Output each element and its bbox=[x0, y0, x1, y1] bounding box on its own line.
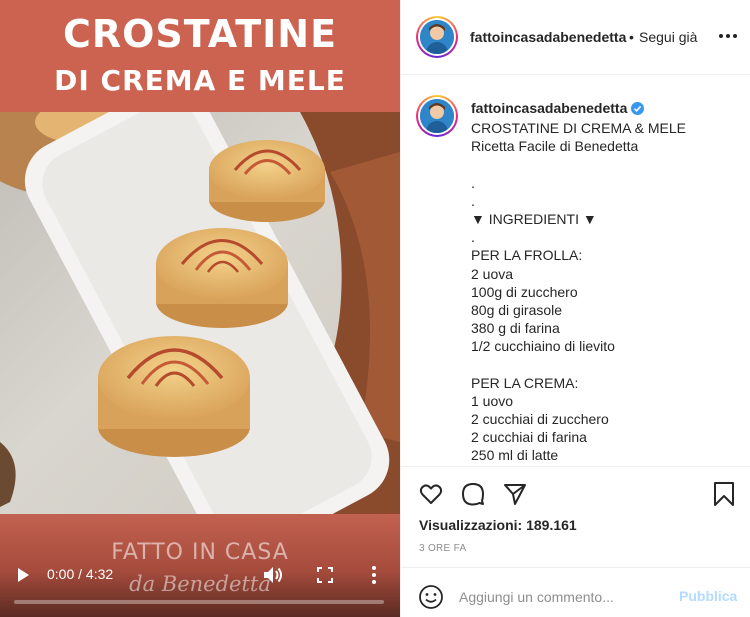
caption-line: PER LA FROLLA: bbox=[471, 247, 583, 264]
caption-line: 2 cucchiai di farina bbox=[471, 429, 587, 446]
heart-icon[interactable] bbox=[418, 481, 444, 507]
views-number: 189.161 bbox=[526, 517, 577, 533]
caption-avatar[interactable] bbox=[416, 95, 458, 137]
fullscreen-icon[interactable] bbox=[316, 566, 334, 584]
verified-badge-icon bbox=[631, 102, 644, 115]
avatar[interactable] bbox=[416, 16, 458, 58]
comment-input[interactable] bbox=[459, 580, 669, 614]
post-header: fattoincasadabenedetta • Segui già bbox=[401, 0, 750, 75]
post-comment-button[interactable]: Pubblica bbox=[679, 588, 737, 604]
post-actions: Visualizzazioni: 189.161 3 ORE FA bbox=[401, 467, 750, 567]
caption-line: CROSTATINE DI CREMA & MELE bbox=[471, 120, 686, 136]
caption-line: PER LA CREMA: bbox=[471, 374, 579, 391]
video-time: 0:00 / 4:32 bbox=[47, 566, 113, 582]
caption-line: 250 ml di latte bbox=[471, 447, 559, 464]
video-progress-bar[interactable] bbox=[14, 600, 384, 604]
share-icon[interactable] bbox=[502, 481, 528, 507]
caption-line bbox=[471, 355, 741, 373]
volume-icon[interactable] bbox=[262, 564, 286, 586]
caption-line: 80g di girasole bbox=[471, 301, 563, 318]
caption-line bbox=[471, 155, 741, 173]
header-username[interactable]: fattoincasadabenedetta bbox=[470, 29, 630, 45]
views-label: Visualizzazioni: bbox=[419, 517, 523, 533]
post-caption: fattoincasadabenedetta CROSTATINE DI CRE… bbox=[401, 75, 750, 467]
more-horizontal-icon[interactable] bbox=[716, 26, 740, 46]
caption-line: ▼ INGREDIENTI ▼ bbox=[471, 210, 597, 227]
emoji-icon[interactable] bbox=[418, 584, 444, 610]
caption-line: 100g di zucchero bbox=[471, 283, 578, 300]
caption-line: 2 uova bbox=[471, 265, 514, 282]
comment-icon[interactable] bbox=[460, 481, 486, 507]
video-title-band: CROSTATINE DI CREMA E MELE bbox=[0, 0, 400, 112]
caption-text: CROSTATINE DI CREMA & MELE Ricetta Facile… bbox=[471, 119, 741, 465]
caption-line: Ricetta Facile di Benedetta bbox=[471, 138, 639, 155]
duration: 4:32 bbox=[85, 566, 114, 582]
post-panel: fattoincasadabenedetta • Segui già fatto… bbox=[400, 0, 750, 617]
caption-line: 1/2 cucchiaino di lievito bbox=[471, 338, 615, 355]
video-controls: 0:00 / 4:32 bbox=[0, 560, 400, 617]
caption-line: . bbox=[471, 174, 475, 191]
video-title-line1: CROSTATINE bbox=[62, 12, 338, 56]
play-icon[interactable] bbox=[14, 566, 32, 584]
caption-line: 380 g di farina bbox=[471, 320, 560, 337]
video-title-line2: DI CREMA E MELE bbox=[54, 64, 346, 97]
caption-line: 1 uovo bbox=[471, 392, 514, 409]
follow-status-button[interactable]: Segui già bbox=[639, 29, 697, 45]
post-time-ago[interactable]: 3 ORE FA bbox=[419, 543, 466, 554]
caption-line: . bbox=[471, 192, 475, 209]
header-separator: • bbox=[629, 29, 634, 45]
video-frame-image bbox=[0, 112, 400, 514]
caption-line: 2 cucchiai di zucchero bbox=[471, 411, 609, 427]
bookmark-icon[interactable] bbox=[711, 481, 737, 507]
more-vertical-icon[interactable] bbox=[366, 564, 382, 586]
comment-bar: Pubblica bbox=[401, 567, 750, 617]
caption-line: . bbox=[471, 229, 475, 246]
caption-username[interactable]: fattoincasadabenedetta bbox=[471, 100, 627, 116]
views-count[interactable]: Visualizzazioni: 189.161 bbox=[419, 517, 577, 533]
video-player[interactable]: CROSTATINE DI CREMA E MELE FATTO IN CASA… bbox=[0, 0, 400, 617]
current-time: 0:00 bbox=[47, 566, 75, 582]
time-separator: / bbox=[74, 566, 86, 582]
